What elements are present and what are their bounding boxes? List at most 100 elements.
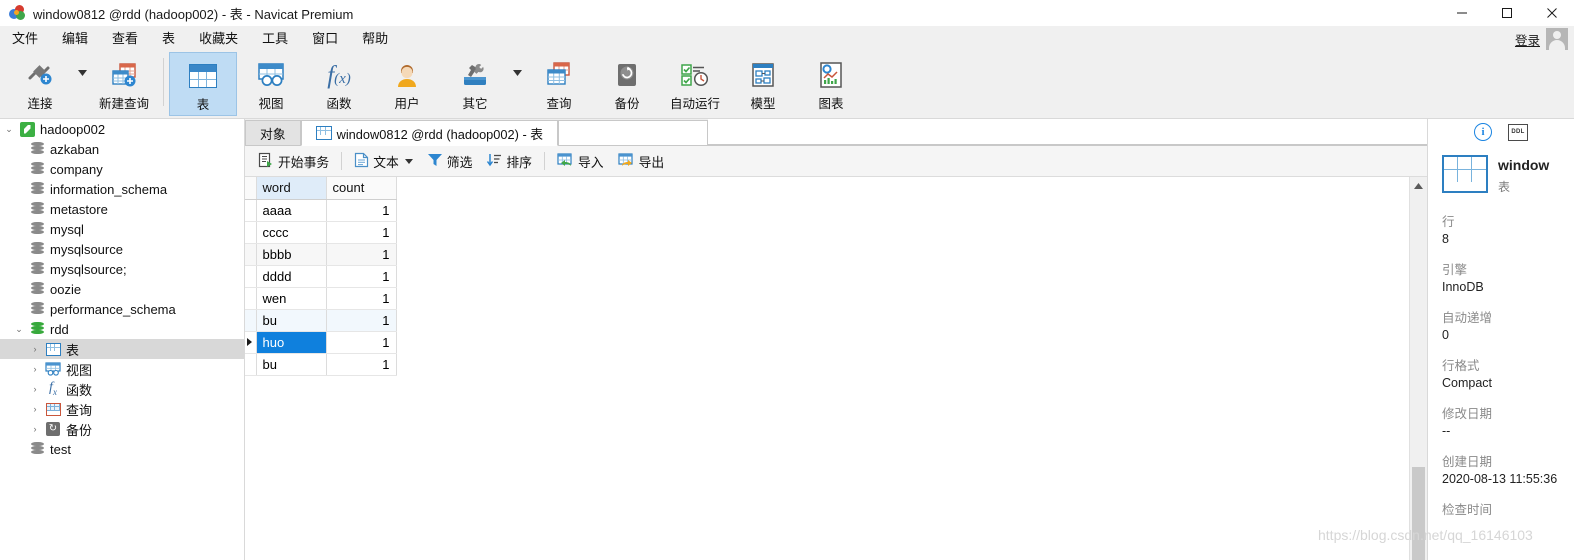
menu-item-window[interactable]: 窗口: [300, 26, 350, 52]
sidebar-item-company[interactable]: company: [0, 159, 244, 179]
data-grid-area[interactable]: word count aaaa 1 cccc 1 bbbb 1 dddd 1 w…: [245, 177, 1409, 560]
row-indicator-header: [245, 177, 257, 200]
cell-count[interactable]: 1: [326, 309, 397, 332]
expander-collapsed-icon[interactable]: ›: [26, 424, 44, 434]
table-row[interactable]: bbbb 1: [245, 243, 397, 266]
table-row[interactable]: wen 1: [245, 287, 397, 310]
cell-word[interactable]: cccc: [256, 221, 327, 244]
info-icon[interactable]: i: [1474, 123, 1492, 141]
table-row[interactable]: cccc 1: [245, 221, 397, 244]
sort-button[interactable]: 排序: [479, 149, 539, 173]
begin-transaction-button[interactable]: 开始事务: [251, 149, 336, 173]
menu-item-edit[interactable]: 编辑: [50, 26, 100, 52]
cell-count[interactable]: 1: [326, 265, 397, 288]
cell-word[interactable]: bu: [256, 353, 327, 376]
menu-item-file[interactable]: 文件: [0, 26, 50, 52]
expander-collapsed-icon[interactable]: ›: [26, 384, 44, 394]
cell-count[interactable]: 1: [326, 353, 397, 376]
toolbar-automation-button[interactable]: 自动运行: [661, 52, 729, 116]
cell-word[interactable]: bbbb: [256, 243, 327, 266]
minimize-button[interactable]: [1439, 0, 1484, 26]
column-header-word[interactable]: word: [256, 177, 327, 200]
sidebar-item-test[interactable]: test: [0, 439, 244, 459]
avatar[interactable]: [1546, 28, 1568, 50]
filter-button[interactable]: 筛选: [420, 149, 480, 173]
expander-expanded-icon[interactable]: ⌄: [0, 124, 18, 135]
sidebar-item-rdd[interactable]: ⌄ rdd: [0, 319, 244, 339]
sidebar-item-functions[interactable]: › fx 函数: [0, 379, 244, 399]
cell-count[interactable]: 1: [326, 199, 397, 222]
cell-count[interactable]: 1: [326, 331, 397, 354]
connection-dropdown-caret-icon[interactable]: [74, 52, 90, 116]
table-row[interactable]: bu 1: [245, 353, 397, 376]
column-header-count[interactable]: count: [326, 177, 397, 200]
toolbar-user-button[interactable]: 用户: [373, 52, 441, 116]
sidebar-item-backups[interactable]: › 备份: [0, 419, 244, 439]
text-button[interactable]: 文本: [347, 149, 420, 173]
tab-table-data[interactable]: window0812 @rdd (hadoop002) - 表: [300, 120, 559, 146]
cell-count[interactable]: 1: [326, 221, 397, 244]
close-button[interactable]: [1529, 0, 1574, 26]
toolbar-table-button[interactable]: 表: [169, 52, 237, 116]
cell-word[interactable]: dddd: [256, 265, 327, 288]
login-link[interactable]: 登录: [1515, 30, 1540, 49]
menu-item-favorites[interactable]: 收藏夹: [187, 26, 250, 52]
import-button[interactable]: 导入: [550, 149, 611, 173]
toolbar-view-button[interactable]: 视图: [237, 52, 305, 116]
query-icon: [545, 58, 573, 92]
sidebar-item-performance-schema[interactable]: performance_schema: [0, 299, 244, 319]
table-row[interactable]: dddd 1: [245, 265, 397, 288]
sidebar-item-azkaban[interactable]: azkaban: [0, 139, 244, 159]
sidebar-item-label: mysql: [50, 221, 84, 237]
toolbar-model-button[interactable]: 模型: [729, 52, 797, 116]
expander-collapsed-icon[interactable]: ›: [26, 364, 44, 374]
text-dropdown-caret-icon[interactable]: [404, 157, 413, 166]
table-row[interactable]: aaaa 1: [245, 199, 397, 222]
sidebar-item-oozie[interactable]: oozie: [0, 279, 244, 299]
menu-item-help[interactable]: 帮助: [350, 26, 400, 52]
sidebar-item-metastore[interactable]: metastore: [0, 199, 244, 219]
cell-count[interactable]: 1: [326, 287, 397, 310]
toolbar-query-button[interactable]: 查询: [525, 52, 593, 116]
window-controls: [1439, 0, 1574, 26]
tab-objects[interactable]: 对象: [245, 120, 301, 145]
object-tree-sidebar[interactable]: ⌄ hadoop002 azkaban company information_…: [0, 119, 245, 560]
cell-word-selected[interactable]: huo: [256, 331, 327, 354]
menu-item-tools[interactable]: 工具: [250, 26, 300, 52]
sidebar-item-label: performance_schema: [50, 301, 176, 317]
sidebar-item-hadoop002[interactable]: ⌄ hadoop002: [0, 119, 244, 139]
toolbar-chart-button[interactable]: 图表: [797, 52, 865, 116]
sidebar-item-mysqlsource-semicolon[interactable]: mysqlsource;: [0, 259, 244, 279]
export-button[interactable]: 导出: [611, 149, 672, 173]
expander-collapsed-icon[interactable]: ›: [26, 404, 44, 414]
maximize-button[interactable]: [1484, 0, 1529, 26]
table-row-selected[interactable]: huo 1: [245, 331, 397, 354]
grid-vertical-scrollbar[interactable]: [1409, 177, 1427, 560]
sidebar-item-queries[interactable]: › 查询: [0, 399, 244, 419]
scrollbar-thumb[interactable]: [1412, 467, 1425, 560]
menu-item-table[interactable]: 表: [150, 26, 187, 52]
sidebar-item-views[interactable]: › 视图: [0, 359, 244, 379]
menu-item-view[interactable]: 查看: [100, 26, 150, 52]
scroll-up-arrow-icon[interactable]: [1410, 177, 1427, 194]
toolbar-connection-button[interactable]: 连接: [6, 52, 74, 116]
sidebar-item-information-schema[interactable]: information_schema: [0, 179, 244, 199]
toolbar-new-query-button[interactable]: 新建查询: [90, 52, 158, 116]
cell-count[interactable]: 1: [326, 243, 397, 266]
cell-word[interactable]: wen: [256, 287, 327, 310]
other-dropdown-caret-icon[interactable]: [509, 52, 525, 116]
expander-expanded-icon[interactable]: ⌄: [10, 324, 28, 335]
toolbar-other-button[interactable]: 其它: [441, 52, 509, 116]
data-grid[interactable]: word count aaaa 1 cccc 1 bbbb 1 dddd 1 w…: [245, 177, 397, 376]
info-field-row-format: 行格式 Compact: [1442, 355, 1574, 390]
table-row[interactable]: bu 1: [245, 309, 397, 332]
expander-collapsed-icon[interactable]: ›: [26, 344, 44, 354]
sidebar-item-mysqlsource[interactable]: mysqlsource: [0, 239, 244, 259]
toolbar-backup-button[interactable]: 备份: [593, 52, 661, 116]
toolbar-function-button[interactable]: f(x) 函数: [305, 52, 373, 116]
ddl-icon[interactable]: DDL: [1508, 123, 1528, 141]
cell-word[interactable]: bu: [256, 309, 327, 332]
sidebar-item-tables[interactable]: › 表: [0, 339, 244, 359]
sidebar-item-mysql[interactable]: mysql: [0, 219, 244, 239]
cell-word[interactable]: aaaa: [256, 199, 327, 222]
